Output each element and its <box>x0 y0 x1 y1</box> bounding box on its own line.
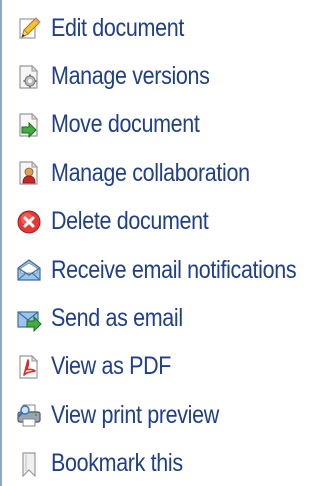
menu-item-view-print-preview[interactable]: View print preview <box>2 391 333 439</box>
send-email-icon <box>16 306 42 332</box>
menu-item-label: Receive email notifications <box>51 255 297 284</box>
menu-item-label: Delete document <box>51 207 209 236</box>
menu-item-receive-email-notifications[interactable]: Receive email notifications <box>2 246 333 294</box>
pencil-icon <box>16 15 42 41</box>
menu-item-delete-document[interactable]: Delete document <box>2 198 333 246</box>
delete-icon <box>16 209 42 235</box>
menu-item-label: Manage collaboration <box>51 158 250 187</box>
menu-item-label: Manage versions <box>51 62 210 91</box>
document-arrow-icon <box>16 112 42 138</box>
menu-item-bookmark-this[interactable]: Bookmark this <box>2 440 333 486</box>
menu-item-label: Send as email <box>51 304 183 333</box>
menu-item-manage-collaboration[interactable]: Manage collaboration <box>2 149 333 197</box>
menu-item-label: Move document <box>51 110 200 139</box>
envelope-icon <box>16 257 42 283</box>
document-actions-menu: Edit document Manage versions Move docum… <box>0 0 333 486</box>
document-gear-icon <box>16 64 42 90</box>
menu-item-label: Bookmark this <box>51 449 183 478</box>
menu-item-label: View as PDF <box>51 352 172 381</box>
menu-item-label: Edit document <box>51 13 184 42</box>
bookmark-icon <box>16 451 42 477</box>
menu-item-label: View print preview <box>51 400 219 429</box>
menu-item-manage-versions[interactable]: Manage versions <box>2 52 333 100</box>
menu-item-send-as-email[interactable]: Send as email <box>2 294 333 342</box>
menu-item-move-document[interactable]: Move document <box>2 101 333 149</box>
document-user-icon <box>16 160 42 186</box>
printer-icon <box>16 402 42 428</box>
menu-item-edit-document[interactable]: Edit document <box>2 4 333 52</box>
pdf-icon <box>16 354 42 380</box>
menu-item-view-as-pdf[interactable]: View as PDF <box>2 343 333 391</box>
